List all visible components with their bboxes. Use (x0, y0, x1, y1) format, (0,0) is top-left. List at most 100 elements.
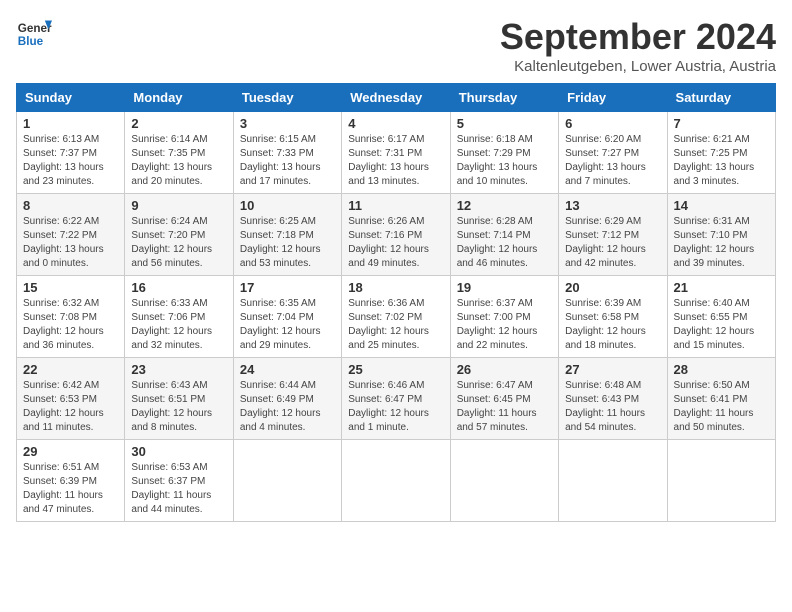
day-info: Sunrise: 6:40 AM Sunset: 6:55 PM Dayligh… (674, 297, 769, 353)
day-info: Sunrise: 6:53 AM Sunset: 6:37 PM Dayligh… (131, 461, 226, 517)
day-number: 30 (131, 444, 226, 459)
table-row: 15 Sunrise: 6:32 AM Sunset: 7:08 PM Dayl… (17, 276, 125, 358)
calendar-week-row: 15 Sunrise: 6:32 AM Sunset: 7:08 PM Dayl… (17, 276, 776, 358)
day-info: Sunrise: 6:17 AM Sunset: 7:31 PM Dayligh… (348, 133, 443, 189)
table-row: 4 Sunrise: 6:17 AM Sunset: 7:31 PM Dayli… (342, 112, 450, 194)
svg-text:Blue: Blue (18, 35, 44, 48)
calendar-table: Sunday Monday Tuesday Wednesday Thursday… (16, 83, 776, 522)
table-row: 28 Sunrise: 6:50 AM Sunset: 6:41 PM Dayl… (667, 358, 775, 440)
day-info: Sunrise: 6:42 AM Sunset: 6:53 PM Dayligh… (23, 379, 118, 435)
day-number: 21 (674, 280, 769, 295)
table-row: 23 Sunrise: 6:43 AM Sunset: 6:51 PM Dayl… (125, 358, 233, 440)
table-row: 5 Sunrise: 6:18 AM Sunset: 7:29 PM Dayli… (450, 112, 558, 194)
table-row: 20 Sunrise: 6:39 AM Sunset: 6:58 PM Dayl… (559, 276, 667, 358)
day-info: Sunrise: 6:14 AM Sunset: 7:35 PM Dayligh… (131, 133, 226, 189)
calendar-week-row: 22 Sunrise: 6:42 AM Sunset: 6:53 PM Dayl… (17, 358, 776, 440)
day-info: Sunrise: 6:20 AM Sunset: 7:27 PM Dayligh… (565, 133, 660, 189)
header-tuesday: Tuesday (233, 84, 341, 112)
title-block: September 2024 Kaltenleutgeben, Lower Au… (500, 16, 776, 75)
day-number: 13 (565, 198, 660, 213)
table-row: 6 Sunrise: 6:20 AM Sunset: 7:27 PM Dayli… (559, 112, 667, 194)
header-monday: Monday (125, 84, 233, 112)
header-wednesday: Wednesday (342, 84, 450, 112)
day-info: Sunrise: 6:28 AM Sunset: 7:14 PM Dayligh… (457, 215, 552, 271)
table-row: 12 Sunrise: 6:28 AM Sunset: 7:14 PM Dayl… (450, 194, 558, 276)
table-row: 3 Sunrise: 6:15 AM Sunset: 7:33 PM Dayli… (233, 112, 341, 194)
table-row: 18 Sunrise: 6:36 AM Sunset: 7:02 PM Dayl… (342, 276, 450, 358)
day-number: 19 (457, 280, 552, 295)
day-info: Sunrise: 6:50 AM Sunset: 6:41 PM Dayligh… (674, 379, 769, 435)
day-info: Sunrise: 6:39 AM Sunset: 6:58 PM Dayligh… (565, 297, 660, 353)
day-number: 11 (348, 198, 443, 213)
day-info: Sunrise: 6:36 AM Sunset: 7:02 PM Dayligh… (348, 297, 443, 353)
day-number: 4 (348, 116, 443, 131)
header-saturday: Saturday (667, 84, 775, 112)
table-row: 11 Sunrise: 6:26 AM Sunset: 7:16 PM Dayl… (342, 194, 450, 276)
day-number: 9 (131, 198, 226, 213)
day-info: Sunrise: 6:26 AM Sunset: 7:16 PM Dayligh… (348, 215, 443, 271)
day-info: Sunrise: 6:33 AM Sunset: 7:06 PM Dayligh… (131, 297, 226, 353)
day-number: 24 (240, 362, 335, 377)
table-row (233, 440, 341, 522)
day-info: Sunrise: 6:21 AM Sunset: 7:25 PM Dayligh… (674, 133, 769, 189)
calendar-week-row: 1 Sunrise: 6:13 AM Sunset: 7:37 PM Dayli… (17, 112, 776, 194)
day-number: 5 (457, 116, 552, 131)
day-number: 2 (131, 116, 226, 131)
table-row (450, 440, 558, 522)
day-info: Sunrise: 6:24 AM Sunset: 7:20 PM Dayligh… (131, 215, 226, 271)
table-row: 21 Sunrise: 6:40 AM Sunset: 6:55 PM Dayl… (667, 276, 775, 358)
table-row: 24 Sunrise: 6:44 AM Sunset: 6:49 PM Dayl… (233, 358, 341, 440)
day-number: 14 (674, 198, 769, 213)
day-number: 6 (565, 116, 660, 131)
location-subtitle: Kaltenleutgeben, Lower Austria, Austria (500, 58, 776, 75)
calendar-header-row: Sunday Monday Tuesday Wednesday Thursday… (17, 84, 776, 112)
table-row: 10 Sunrise: 6:25 AM Sunset: 7:18 PM Dayl… (233, 194, 341, 276)
day-number: 25 (348, 362, 443, 377)
day-info: Sunrise: 6:48 AM Sunset: 6:43 PM Dayligh… (565, 379, 660, 435)
day-number: 12 (457, 198, 552, 213)
logo-icon: General Blue (16, 16, 52, 52)
day-info: Sunrise: 6:47 AM Sunset: 6:45 PM Dayligh… (457, 379, 552, 435)
table-row: 2 Sunrise: 6:14 AM Sunset: 7:35 PM Dayli… (125, 112, 233, 194)
table-row: 7 Sunrise: 6:21 AM Sunset: 7:25 PM Dayli… (667, 112, 775, 194)
calendar-week-row: 29 Sunrise: 6:51 AM Sunset: 6:39 PM Dayl… (17, 440, 776, 522)
day-number: 17 (240, 280, 335, 295)
day-number: 26 (457, 362, 552, 377)
table-row: 26 Sunrise: 6:47 AM Sunset: 6:45 PM Dayl… (450, 358, 558, 440)
day-info: Sunrise: 6:13 AM Sunset: 7:37 PM Dayligh… (23, 133, 118, 189)
table-row: 29 Sunrise: 6:51 AM Sunset: 6:39 PM Dayl… (17, 440, 125, 522)
table-row (342, 440, 450, 522)
page-header: General Blue September 2024 Kaltenleutge… (16, 16, 776, 75)
table-row: 8 Sunrise: 6:22 AM Sunset: 7:22 PM Dayli… (17, 194, 125, 276)
day-info: Sunrise: 6:15 AM Sunset: 7:33 PM Dayligh… (240, 133, 335, 189)
day-number: 8 (23, 198, 118, 213)
day-info: Sunrise: 6:25 AM Sunset: 7:18 PM Dayligh… (240, 215, 335, 271)
day-number: 29 (23, 444, 118, 459)
table-row (559, 440, 667, 522)
day-info: Sunrise: 6:51 AM Sunset: 6:39 PM Dayligh… (23, 461, 118, 517)
day-info: Sunrise: 6:18 AM Sunset: 7:29 PM Dayligh… (457, 133, 552, 189)
table-row: 14 Sunrise: 6:31 AM Sunset: 7:10 PM Dayl… (667, 194, 775, 276)
table-row: 19 Sunrise: 6:37 AM Sunset: 7:00 PM Dayl… (450, 276, 558, 358)
day-info: Sunrise: 6:35 AM Sunset: 7:04 PM Dayligh… (240, 297, 335, 353)
table-row: 13 Sunrise: 6:29 AM Sunset: 7:12 PM Dayl… (559, 194, 667, 276)
table-row: 1 Sunrise: 6:13 AM Sunset: 7:37 PM Dayli… (17, 112, 125, 194)
day-number: 22 (23, 362, 118, 377)
day-info: Sunrise: 6:31 AM Sunset: 7:10 PM Dayligh… (674, 215, 769, 271)
logo: General Blue (16, 16, 52, 52)
table-row: 16 Sunrise: 6:33 AM Sunset: 7:06 PM Dayl… (125, 276, 233, 358)
day-number: 20 (565, 280, 660, 295)
day-number: 27 (565, 362, 660, 377)
day-info: Sunrise: 6:43 AM Sunset: 6:51 PM Dayligh… (131, 379, 226, 435)
day-number: 15 (23, 280, 118, 295)
table-row: 30 Sunrise: 6:53 AM Sunset: 6:37 PM Dayl… (125, 440, 233, 522)
day-info: Sunrise: 6:44 AM Sunset: 6:49 PM Dayligh… (240, 379, 335, 435)
table-row: 22 Sunrise: 6:42 AM Sunset: 6:53 PM Dayl… (17, 358, 125, 440)
day-number: 18 (348, 280, 443, 295)
day-number: 28 (674, 362, 769, 377)
header-thursday: Thursday (450, 84, 558, 112)
day-info: Sunrise: 6:37 AM Sunset: 7:00 PM Dayligh… (457, 297, 552, 353)
day-number: 7 (674, 116, 769, 131)
table-row (667, 440, 775, 522)
day-number: 16 (131, 280, 226, 295)
